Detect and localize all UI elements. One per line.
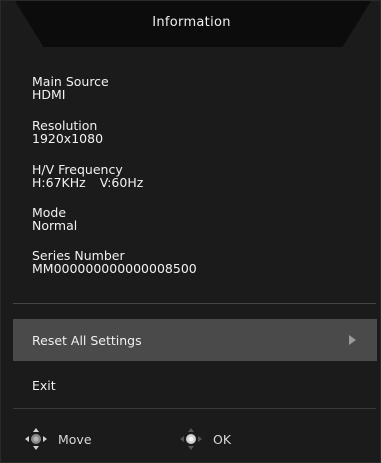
menu-item-label: Exit (32, 377, 56, 393)
page-title: Information (152, 15, 231, 30)
footer-hints: Move OK (1, 421, 381, 457)
ok-hint: OK (179, 427, 231, 451)
osd-information-panel: Information Main Source HDMI Resolution … (0, 0, 381, 463)
info-value: HDMI (32, 87, 66, 102)
menu-item-label: Reset All Settings (32, 332, 142, 348)
info-value: 1920x1080 (32, 131, 104, 146)
move-hint: Move (24, 427, 92, 451)
divider (13, 408, 376, 409)
v-frequency-value: V:60Hz (99, 175, 144, 190)
info-value: H:67KHz V:60Hz (32, 176, 143, 189)
move-label: Move (58, 431, 92, 447)
joystick-press-icon (179, 427, 203, 451)
info-value: Normal (32, 218, 78, 233)
exit-button[interactable]: Exit (13, 364, 377, 406)
reset-all-settings-button[interactable]: Reset All Settings (13, 319, 377, 361)
info-resolution: Resolution 1920x1080 (32, 119, 103, 145)
info-hv-frequency: H/V Frequency H:67KHz V:60Hz (32, 163, 143, 189)
info-series-number: Series Number MM000000000000008500 (32, 249, 197, 275)
h-frequency-value: H:67KHz (32, 175, 86, 190)
arrow-right-icon (349, 335, 356, 345)
info-main-source: Main Source HDMI (32, 75, 109, 101)
ok-label: OK (213, 431, 232, 447)
info-value: MM000000000000008500 (32, 261, 197, 276)
info-mode: Mode Normal (32, 206, 77, 232)
joystick-move-icon (24, 427, 48, 451)
divider (13, 303, 376, 304)
